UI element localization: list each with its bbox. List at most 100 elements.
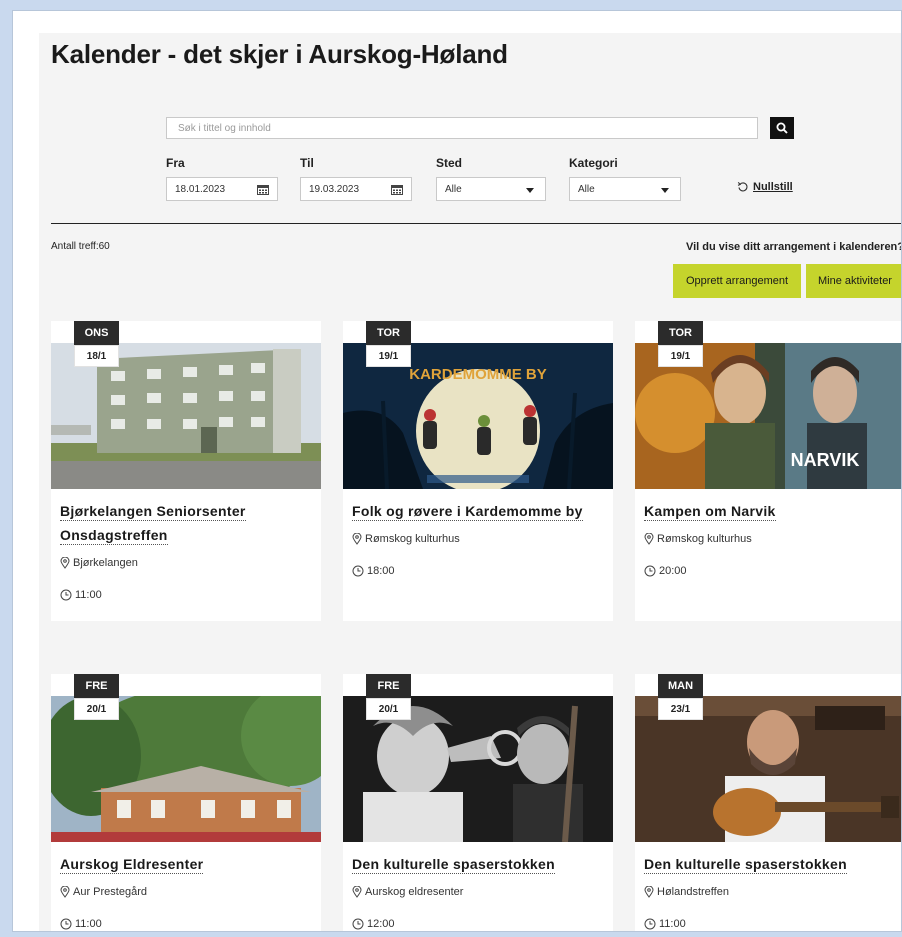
date-badge: 23/1 — [658, 698, 703, 720]
event-title[interactable]: Den kulturelle spaserstokken — [644, 852, 897, 876]
calendar-page: Kalender - det skjer i Aurskog-Høland Fr… — [39, 33, 902, 931]
reset-icon — [737, 182, 748, 192]
date-badge: 20/1 — [366, 698, 411, 720]
event-card-body: Den kulturelle spaserstokken Aurskog eld… — [343, 842, 613, 931]
reset-label: Nullstill — [753, 181, 793, 193]
event-title-line: Den kulturelle spaserstokken — [644, 856, 847, 874]
event-time: 11:00 — [60, 916, 321, 931]
date-badge: 19/1 — [366, 345, 411, 367]
event-card[interactable]: ONS 18/1 Bjørkelangen Seniorsenter Onsda… — [51, 321, 321, 621]
category-select[interactable]: Alle — [569, 177, 681, 201]
poster-title: KARDEMOMME BY — [409, 366, 547, 383]
clock-icon — [352, 918, 364, 930]
event-location-text: Aur Prestegård — [73, 886, 147, 898]
event-location-text: Rømskog kulturhus — [365, 533, 460, 545]
event-title-line: Folk og røvere i Kardemomme by — [352, 503, 583, 521]
day-badge: FRE — [366, 674, 411, 698]
clock-icon — [60, 589, 72, 601]
location-pin-icon — [352, 533, 362, 545]
event-card-body: Kampen om Narvik Rømskog kulturhus 20:00 — [635, 489, 901, 579]
poster-title: NARVIK — [791, 450, 860, 470]
day-badge: ONS — [74, 321, 119, 345]
search-button[interactable] — [770, 117, 794, 139]
from-label: Fra — [166, 156, 185, 170]
event-card[interactable]: MAN 23/1 Den kulturelle spaserstokken Hø — [635, 674, 901, 931]
event-title-line: Aurskog Eldresenter — [60, 856, 204, 874]
result-count: Antall treff:60 — [51, 241, 110, 252]
create-event-button[interactable]: Opprett arrangement — [673, 264, 801, 298]
category-select-value: Alle — [578, 183, 595, 195]
location-pin-icon — [60, 557, 70, 569]
event-title-line: Kampen om Narvik — [644, 503, 776, 521]
event-time: 11:00 — [60, 587, 321, 603]
event-location: Bjørkelangen — [60, 555, 321, 571]
event-time-text: 20:00 — [659, 565, 687, 577]
place-select[interactable]: Alle — [436, 177, 546, 201]
day-badge: MAN — [658, 674, 703, 698]
reset-link[interactable]: Nullstill — [737, 181, 793, 193]
event-card[interactable]: FRE 20/1 Aurskog Eldresenter Aur Presteg… — [51, 674, 321, 931]
calendar-icon — [391, 185, 403, 195]
event-location: Rømskog kulturhus — [644, 531, 901, 547]
event-location-text: Hølandstreffen — [657, 886, 729, 898]
event-title-line: Den kulturelle spaserstokken — [352, 856, 555, 874]
event-title-line: Onsdagstreffen — [60, 527, 168, 545]
event-location-text: Bjørkelangen — [73, 557, 138, 569]
page-title: Kalender - det skjer i Aurskog-Høland — [51, 39, 508, 69]
event-location-text: Rømskog kulturhus — [657, 533, 752, 545]
clock-icon — [60, 918, 72, 930]
event-title[interactable]: Den kulturelle spaserstokken — [352, 852, 605, 876]
clock-icon — [644, 918, 656, 930]
event-time: 20:00 — [644, 563, 901, 579]
event-title[interactable]: Folk og røvere i Kardemomme by — [352, 499, 605, 523]
event-title[interactable]: Aurskog Eldresenter — [60, 852, 313, 876]
from-date-value: 18.01.2023 — [175, 183, 226, 195]
location-pin-icon — [644, 533, 654, 545]
event-time: 11:00 — [644, 916, 901, 931]
clock-icon — [352, 565, 364, 577]
event-time-text: 18:00 — [367, 565, 395, 577]
to-date-value: 19.03.2023 — [309, 183, 360, 195]
event-time-text: 11:00 — [75, 918, 102, 930]
date-badge: 18/1 — [74, 345, 119, 367]
chevron-down-icon — [661, 188, 669, 193]
location-pin-icon — [644, 886, 654, 898]
date-badge: 19/1 — [658, 345, 703, 367]
my-activities-button[interactable]: Mine aktiviteter — [806, 264, 901, 298]
day-badge: TOR — [366, 321, 411, 345]
event-card[interactable]: TOR 19/1 KARDEMOMME BY Folk og røvere i … — [343, 321, 613, 621]
event-location-text: Aurskog eldresenter — [365, 886, 464, 898]
event-card-body: Den kulturelle spaserstokken Hølandstref… — [635, 842, 901, 931]
divider — [51, 223, 901, 224]
event-location: Hølandstreffen — [644, 884, 901, 900]
calendar-icon — [257, 185, 269, 195]
event-time: 18:00 — [352, 563, 613, 579]
clock-icon — [644, 565, 656, 577]
search-icon — [776, 122, 788, 134]
event-location: Aur Prestegård — [60, 884, 321, 900]
event-card[interactable]: FRE 20/1 Den kulturelle spaserstokken Au… — [343, 674, 613, 931]
to-label: Til — [300, 156, 314, 170]
event-time-text: 11:00 — [75, 589, 102, 601]
event-location: Rømskog kulturhus — [352, 531, 613, 547]
location-pin-icon — [60, 886, 70, 898]
date-badge: 20/1 — [74, 698, 119, 720]
event-title[interactable]: Bjørkelangen Seniorsenter Onsdagstreffen — [60, 499, 313, 547]
event-card-body: Aurskog Eldresenter Aur Prestegård 11:00 — [51, 842, 321, 931]
event-title-line: Bjørkelangen Seniorsenter — [60, 503, 246, 521]
place-select-value: Alle — [445, 183, 462, 195]
event-time-text: 11:00 — [659, 918, 686, 930]
search-input[interactable] — [166, 117, 758, 139]
browser-frame: Kalender - det skjer i Aurskog-Høland Fr… — [12, 10, 902, 932]
promo-text: Vil du vise ditt arrangement i kalendere… — [685, 241, 902, 253]
event-card[interactable]: TOR 19/1 NARVIK Kampen om Narvik Rømskog… — [635, 321, 901, 621]
to-date-field[interactable]: 19.03.2023 — [300, 177, 412, 201]
chevron-down-icon — [526, 188, 534, 193]
event-title[interactable]: Kampen om Narvik — [644, 499, 897, 523]
location-pin-icon — [352, 886, 362, 898]
event-time-text: 12:00 — [367, 918, 395, 930]
event-card-body: Bjørkelangen Seniorsenter Onsdagstreffen… — [51, 489, 321, 603]
category-label: Kategori — [569, 156, 618, 170]
event-location: Aurskog eldresenter — [352, 884, 613, 900]
from-date-field[interactable]: 18.01.2023 — [166, 177, 278, 201]
